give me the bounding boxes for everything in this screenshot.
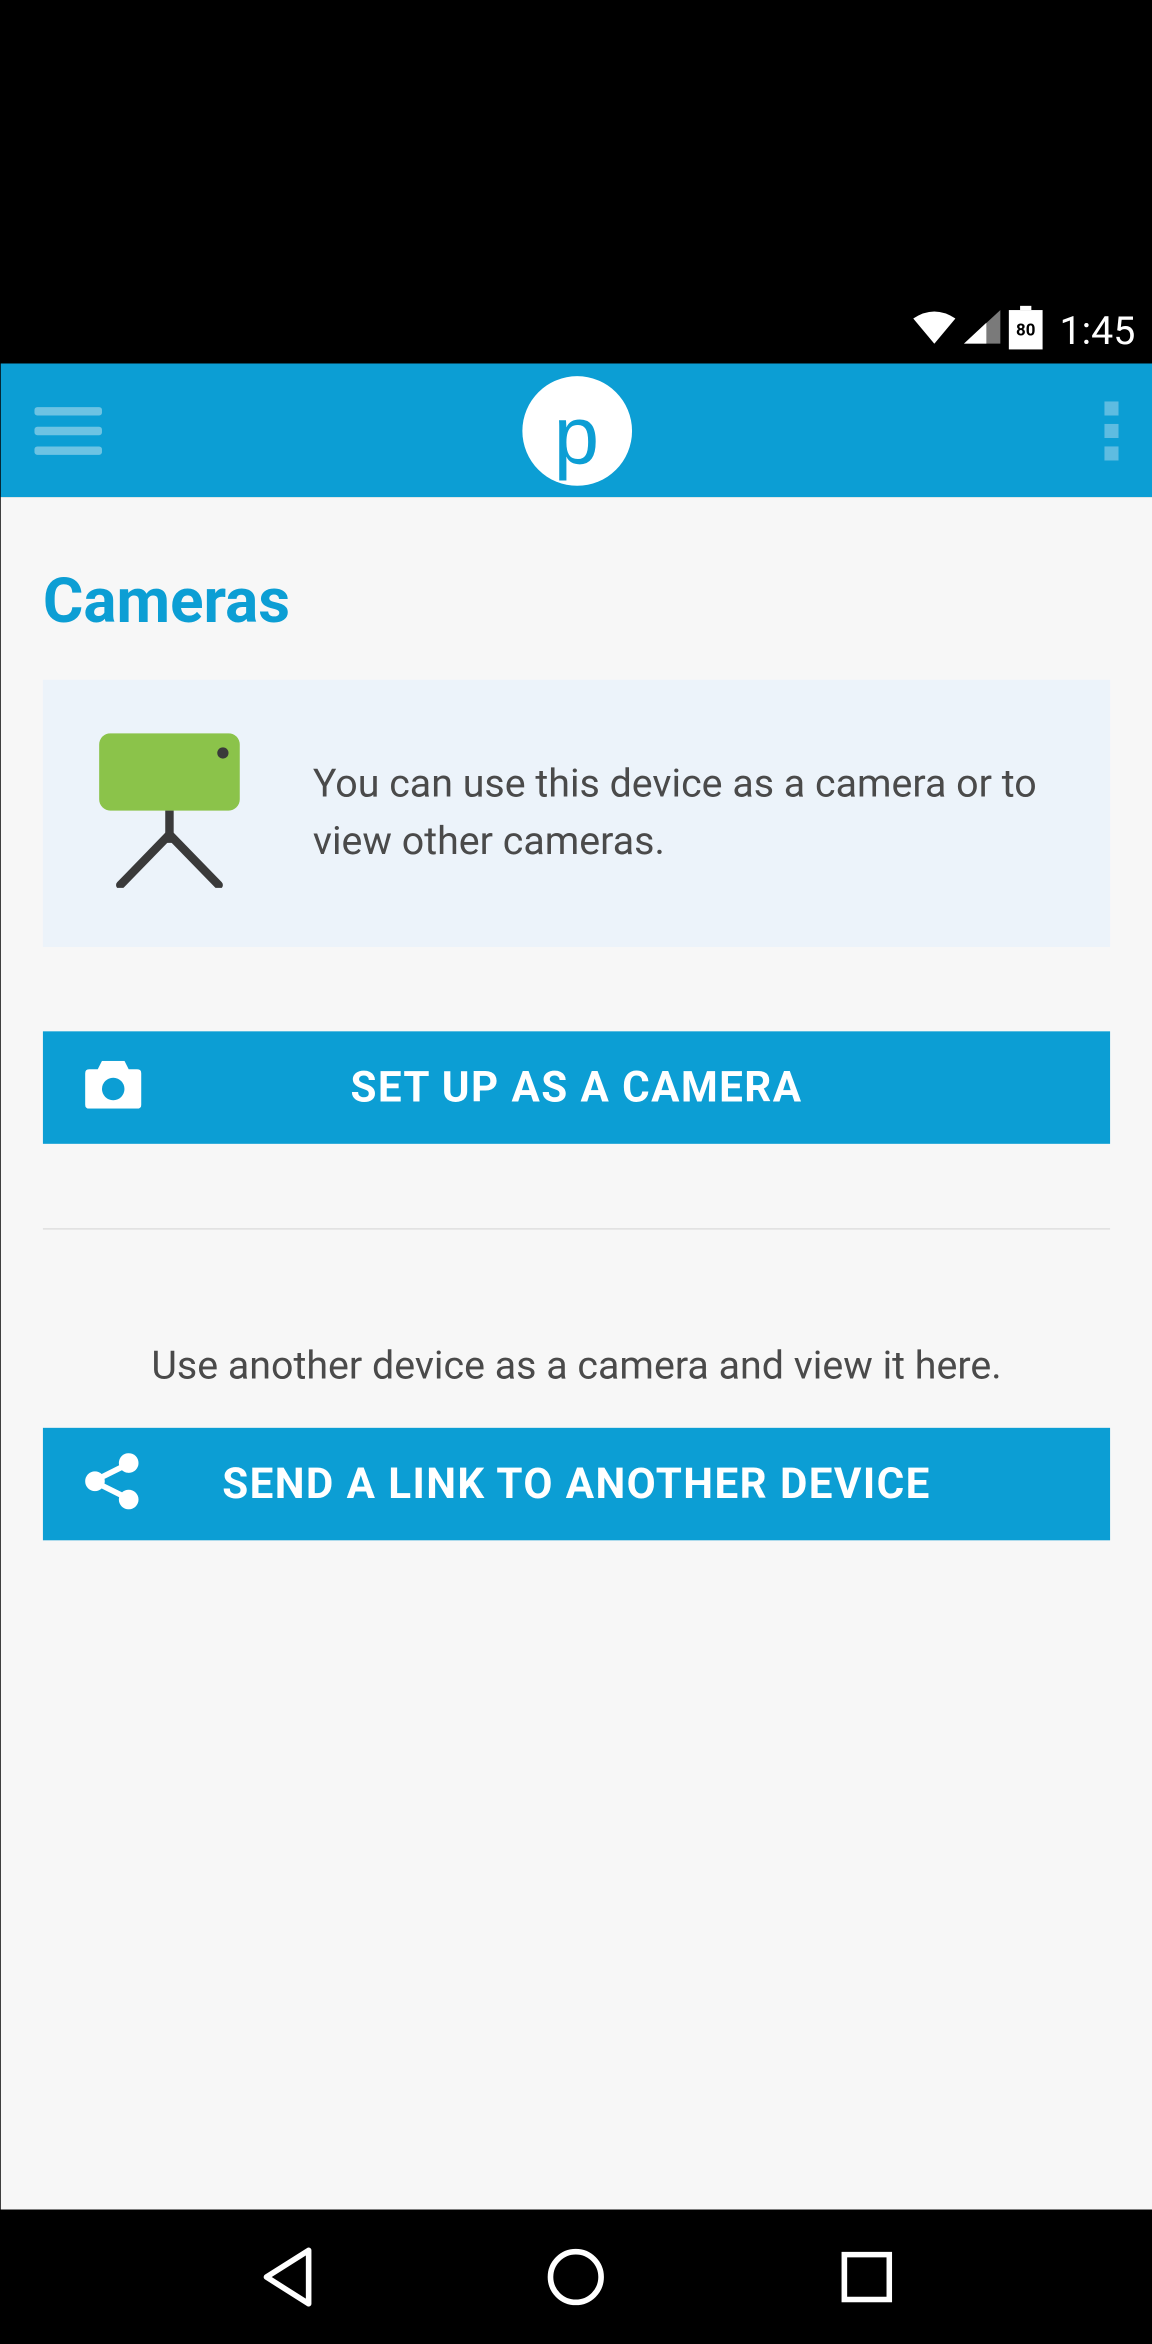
signal-icon [963,310,1000,349]
app-bar: p [0,363,1152,497]
content-area: Cameras You can use this device as a cam… [0,497,1152,2210]
app-logo: p [521,375,631,485]
back-icon[interactable] [252,2243,319,2310]
info-text: You can use this device as a camera or t… [312,756,1067,870]
setup-camera-button[interactable]: SET UP AS A CAMERA [42,1031,1109,1143]
status-time: 1:45 [1059,307,1135,353]
camera-icon [85,1061,141,1114]
home-icon[interactable] [542,2243,609,2310]
recent-apps-icon[interactable] [832,2243,899,2310]
overflow-menu-icon[interactable] [1104,401,1118,460]
wifi-icon [913,310,955,349]
helper-text: Use another device as a camera and view … [42,1342,1109,1388]
status-bar: 80 1:45 [0,296,1152,363]
setup-camera-label: SET UP AS A CAMERA [42,1063,1109,1112]
info-card: You can use this device as a camera or t… [42,680,1109,947]
logo-letter: p [553,389,598,483]
send-link-label: SEND A LINK TO ANOTHER DEVICE [42,1459,1109,1508]
navigation-bar [0,2210,1152,2344]
camera-tripod-icon [85,733,254,893]
share-icon [85,1453,138,1515]
battery-level: 80 [1016,320,1035,340]
send-link-button[interactable]: SEND A LINK TO ANOTHER DEVICE [42,1428,1109,1540]
divider [42,1228,1109,1229]
page-title: Cameras [0,497,1152,680]
hamburger-menu-icon[interactable] [34,406,101,454]
battery-icon: 80 [1008,310,1042,349]
phone-screen: 80 1:45 p Cameras [0,296,1152,2343]
